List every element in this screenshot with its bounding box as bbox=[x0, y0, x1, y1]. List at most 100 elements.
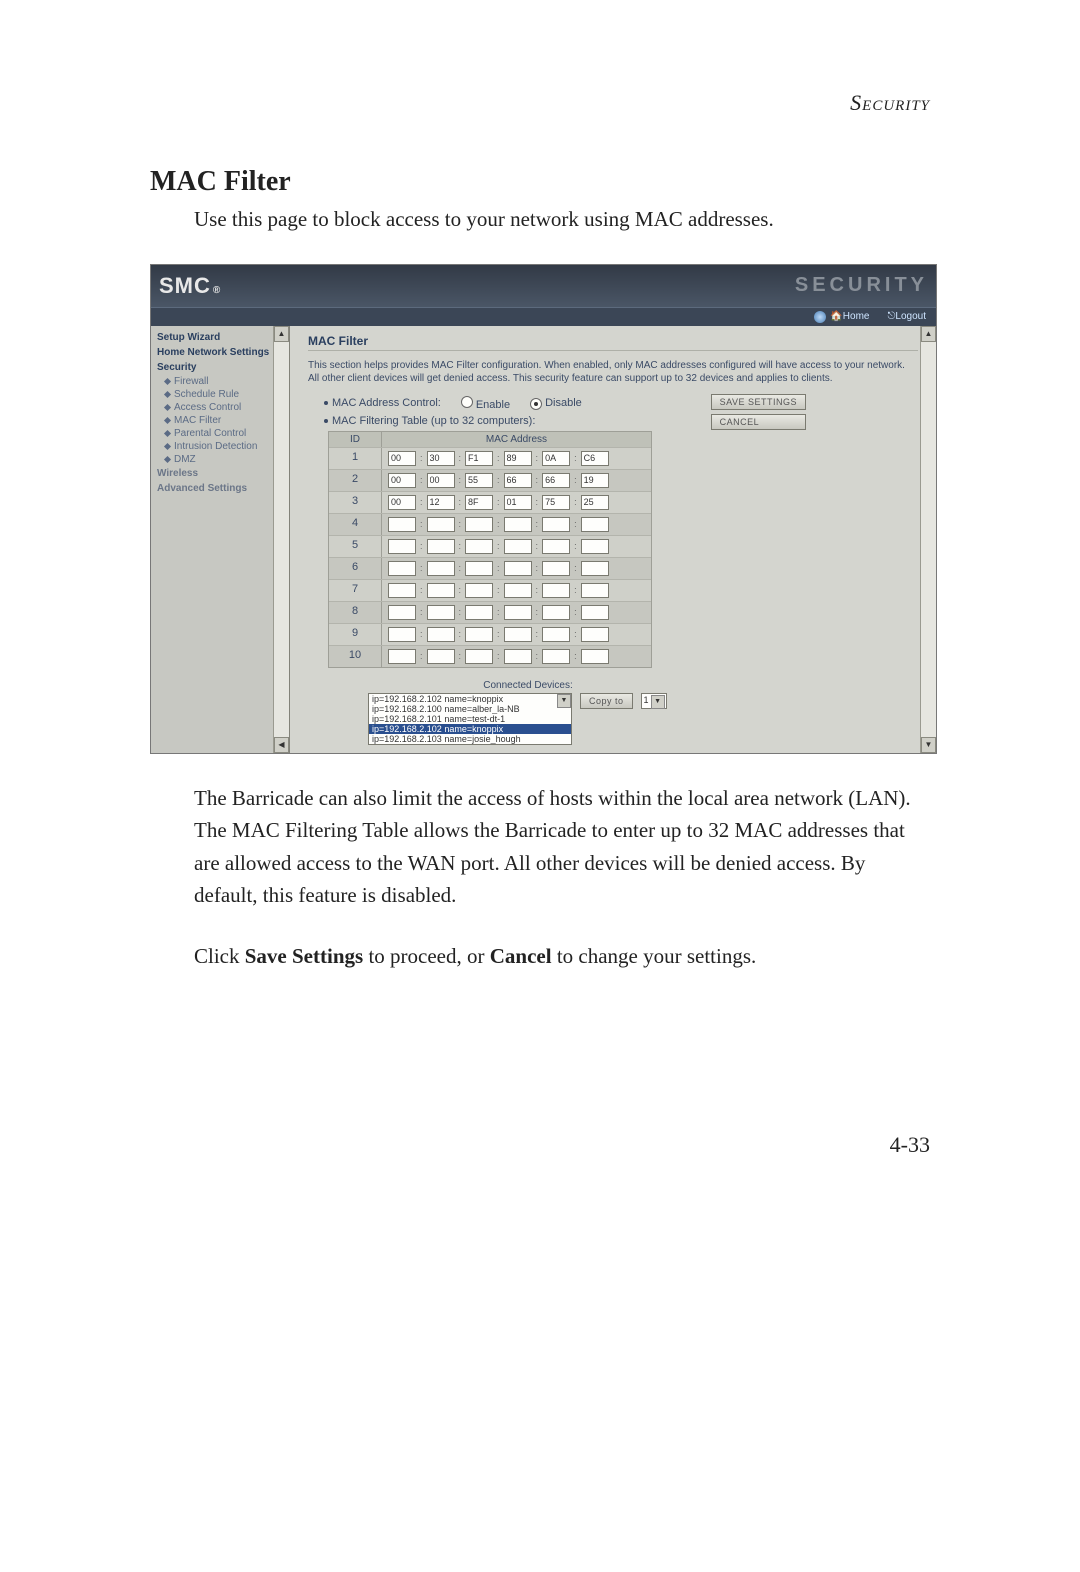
mac-octet-input[interactable] bbox=[465, 561, 493, 576]
logout-link[interactable]: ⎋ Logout bbox=[887, 311, 926, 322]
cancel-button[interactable]: CANCEL bbox=[711, 414, 806, 430]
mac-octet-input[interactable] bbox=[388, 451, 416, 466]
device-list-item[interactable]: ip=192.168.2.103 name=josie_hough bbox=[369, 734, 571, 744]
mac-octet-input[interactable] bbox=[504, 627, 532, 642]
mac-octet-input[interactable] bbox=[542, 627, 570, 642]
copy-to-index[interactable]: 1 ▼ bbox=[641, 693, 667, 709]
mac-octet-input[interactable] bbox=[465, 649, 493, 664]
sidebar-advanced-settings[interactable]: Advanced Settings bbox=[151, 481, 289, 496]
mac-octet-input[interactable] bbox=[388, 539, 416, 554]
sidebar-home-network[interactable]: Home Network Settings bbox=[151, 345, 289, 360]
mac-octet-input[interactable] bbox=[465, 539, 493, 554]
mac-octet-input[interactable] bbox=[581, 561, 609, 576]
device-list-item[interactable]: ip=192.168.2.102 name=knoppix bbox=[369, 724, 571, 734]
mac-octet-input[interactable] bbox=[504, 539, 532, 554]
copy-to-button[interactable]: Copy to bbox=[580, 693, 633, 709]
row-id: 2 bbox=[329, 470, 382, 491]
save-settings-button[interactable]: SAVE SETTINGS bbox=[711, 394, 806, 410]
mac-octet-input[interactable] bbox=[388, 473, 416, 488]
mac-octet-input[interactable] bbox=[388, 649, 416, 664]
sidebar-access-control[interactable]: Access Control bbox=[151, 401, 289, 414]
page-title: MAC Filter bbox=[150, 166, 930, 198]
radio-enable[interactable]: Enable bbox=[461, 396, 510, 411]
mac-octet-input[interactable] bbox=[465, 605, 493, 620]
sidebar-firewall[interactable]: Firewall bbox=[151, 375, 289, 388]
mac-octet-input[interactable] bbox=[504, 495, 532, 510]
device-list-item[interactable]: ip=192.168.2.101 name=test-dt-1 bbox=[369, 714, 571, 724]
mac-octet-input[interactable] bbox=[427, 561, 455, 576]
mac-octet-input[interactable] bbox=[427, 539, 455, 554]
mac-octet-input[interactable] bbox=[388, 605, 416, 620]
body-paragraph-1: The Barricade can also limit the access … bbox=[194, 782, 930, 912]
main-scrollbar[interactable]: ▲ ▼ bbox=[920, 326, 936, 753]
mac-octet-input[interactable] bbox=[542, 649, 570, 664]
device-list-item[interactable]: ip=192.168.2.102 name=knoppix bbox=[369, 694, 571, 704]
sidebar-wireless[interactable]: Wireless bbox=[151, 466, 289, 481]
sidebar-intrusion-detection[interactable]: Intrusion Detection bbox=[151, 440, 289, 453]
mac-octet-input[interactable] bbox=[427, 517, 455, 532]
mac-octet-input[interactable] bbox=[465, 451, 493, 466]
mac-octet-input[interactable] bbox=[542, 561, 570, 576]
sidebar-schedule-rule[interactable]: Schedule Rule bbox=[151, 388, 289, 401]
scroll-up-icon[interactable]: ▲ bbox=[921, 326, 936, 342]
device-list-item[interactable]: ip=192.168.2.100 name=alber_la-NB bbox=[369, 704, 571, 714]
mac-octet-input[interactable] bbox=[388, 561, 416, 576]
mac-octet-input[interactable] bbox=[542, 495, 570, 510]
mac-octet-input[interactable] bbox=[427, 627, 455, 642]
mac-octet-input[interactable] bbox=[542, 473, 570, 488]
device-listbox[interactable]: ip=192.168.2.102 name=knoppixip=192.168.… bbox=[368, 693, 572, 745]
mac-octet-input[interactable] bbox=[388, 627, 416, 642]
mac-octet-input[interactable] bbox=[427, 649, 455, 664]
mac-octet-input[interactable] bbox=[581, 583, 609, 598]
mac-octet-input[interactable] bbox=[388, 495, 416, 510]
mac-octet-input[interactable] bbox=[504, 451, 532, 466]
dropdown-arrow-icon[interactable]: ▼ bbox=[557, 694, 571, 708]
mac-octet-input[interactable] bbox=[388, 517, 416, 532]
mac-octet-input[interactable] bbox=[581, 539, 609, 554]
mac-octet-input[interactable] bbox=[465, 495, 493, 510]
mac-octet-input[interactable] bbox=[504, 561, 532, 576]
sidebar-parental-control[interactable]: Parental Control bbox=[151, 427, 289, 440]
connected-devices: Connected Devices: ip=192.168.2.102 name… bbox=[368, 680, 688, 745]
scroll-down-icon[interactable]: ▼ bbox=[921, 737, 936, 753]
mac-octet-input[interactable] bbox=[542, 451, 570, 466]
dropdown-arrow-icon[interactable]: ▼ bbox=[651, 695, 665, 709]
mac-octet-input[interactable] bbox=[542, 605, 570, 620]
mac-octet-input[interactable] bbox=[504, 649, 532, 664]
mac-octet-input[interactable] bbox=[504, 517, 532, 532]
mac-octet-input[interactable] bbox=[504, 473, 532, 488]
mac-octet-input[interactable] bbox=[427, 451, 455, 466]
mac-octet-input[interactable] bbox=[581, 605, 609, 620]
mac-octet-input[interactable] bbox=[504, 583, 532, 598]
mac-octet-input[interactable] bbox=[427, 473, 455, 488]
mac-octet-input[interactable] bbox=[465, 517, 493, 532]
sidebar-mac-filter[interactable]: MAC Filter bbox=[151, 414, 289, 427]
mac-octet-input[interactable] bbox=[465, 473, 493, 488]
sidebar-scrollbar[interactable]: ▲ ◀ bbox=[273, 326, 289, 753]
mac-octet-input[interactable] bbox=[504, 605, 532, 620]
scroll-up-icon[interactable]: ▲ bbox=[274, 326, 289, 342]
mac-octet-input[interactable] bbox=[388, 583, 416, 598]
mac-octet-input[interactable] bbox=[427, 605, 455, 620]
sidebar-dmz[interactable]: DMZ bbox=[151, 453, 289, 466]
mac-octet-input[interactable] bbox=[427, 583, 455, 598]
mac-octet-input[interactable] bbox=[465, 583, 493, 598]
home-link[interactable]: 🏠 Home bbox=[814, 311, 869, 323]
mac-octet-input[interactable] bbox=[542, 583, 570, 598]
mac-octet-input[interactable] bbox=[542, 517, 570, 532]
mac-octet-input[interactable] bbox=[581, 517, 609, 532]
mac-octet-input[interactable] bbox=[581, 627, 609, 642]
scroll-left-icon[interactable]: ◀ bbox=[274, 737, 289, 753]
radio-disable[interactable]: Disable bbox=[530, 397, 582, 410]
mac-control-row: MAC Address Control: Enable Disable bbox=[324, 396, 918, 411]
mac-octet-input[interactable] bbox=[581, 495, 609, 510]
sidebar-setup-wizard[interactable]: Setup Wizard bbox=[151, 330, 289, 345]
mac-octet-input[interactable] bbox=[542, 539, 570, 554]
mac-octet-input[interactable] bbox=[581, 473, 609, 488]
mac-octet-input[interactable] bbox=[581, 649, 609, 664]
sidebar-security[interactable]: Security bbox=[151, 360, 289, 375]
mac-octet-input[interactable] bbox=[465, 627, 493, 642]
mac-octet-input[interactable] bbox=[581, 451, 609, 466]
mac-octet-input[interactable] bbox=[427, 495, 455, 510]
panel-description: This section helps provides MAC Filter c… bbox=[308, 359, 918, 386]
